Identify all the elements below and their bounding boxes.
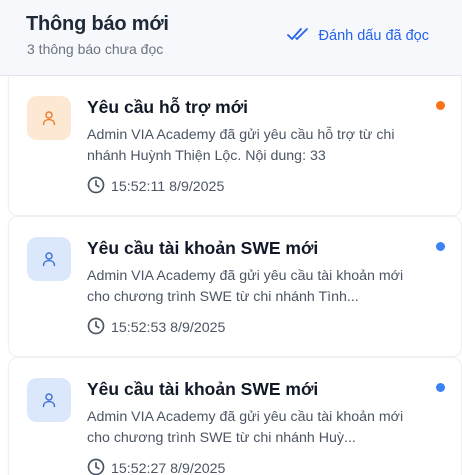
user-icon — [41, 392, 57, 408]
clock-icon — [87, 458, 105, 475]
notification-timestamp: 15:52:27 8/9/2025 — [111, 461, 226, 475]
notification-body: Admin VIA Academy đã gửi yêu cầu tài kho… — [87, 268, 404, 305]
notification-time: 15:52:27 8/9/2025 — [87, 458, 225, 475]
unread-dot — [436, 242, 445, 251]
notification-title: Yêu cầu hỗ trợ mới — [87, 97, 249, 117]
notification-item[interactable]: Yêu cầu tài khoản SWE mới Admin VIA Acad… — [8, 216, 462, 357]
notification-time: 15:52:11 8/9/2025 — [87, 176, 224, 198]
user-icon — [41, 251, 57, 267]
notification-avatar — [27, 96, 71, 140]
unread-dot — [436, 383, 445, 392]
notification-title: Yêu cầu tài khoản SWE mới — [87, 238, 319, 258]
notification-header: Thông báo mới 3 thông báo chưa đọc Đánh … — [0, 0, 462, 76]
notification-time: 15:52:53 8/9/2025 — [87, 317, 225, 339]
notification-item[interactable]: Yêu cầu tài khoản SWE mới Admin VIA Acad… — [8, 357, 462, 475]
double-check-icon — [286, 26, 309, 46]
notification-title: Yêu cầu tài khoản SWE mới — [87, 379, 319, 399]
notification-timestamp: 15:52:53 8/9/2025 — [111, 320, 226, 336]
notification-panel: Thông báo mới 3 thông báo chưa đọc Đánh … — [0, 0, 462, 475]
notification-avatar — [27, 237, 71, 281]
mark-all-read-button[interactable]: Đánh dấu đã đọc — [286, 26, 429, 46]
mark-all-read-label: Đánh dấu đã đọc — [318, 28, 429, 44]
notification-avatar — [27, 378, 71, 422]
notification-item[interactable]: Yêu cầu hỗ trợ mới Admin VIA Academy đã … — [8, 76, 462, 216]
clock-icon — [87, 317, 105, 339]
unread-count: 3 thông báo chưa đọc — [27, 41, 164, 57]
notification-body: Admin VIA Academy đã gửi yêu cầu tài kho… — [87, 409, 404, 446]
notification-timestamp: 15:52:11 8/9/2025 — [111, 179, 225, 195]
clock-icon — [87, 176, 105, 198]
unread-dot — [436, 101, 445, 110]
panel-title: Thông báo mới — [26, 13, 169, 35]
notification-body: Admin VIA Academy đã gửi yêu cầu hỗ trợ … — [87, 127, 395, 164]
user-icon — [41, 110, 57, 126]
